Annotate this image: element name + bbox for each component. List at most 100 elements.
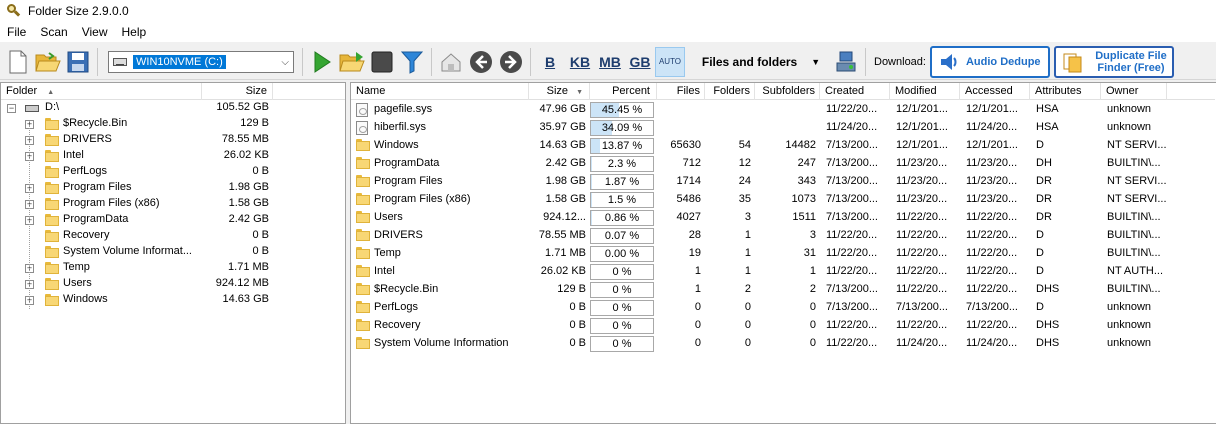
tree-item[interactable]: + Intel 26.02 KB [1, 148, 345, 164]
row-files: 712 [682, 157, 701, 169]
tree-header-size[interactable]: Size [201, 83, 273, 100]
row-files: 1 [694, 283, 701, 295]
folder-icon [45, 294, 59, 306]
row-subfolders: 31 [803, 247, 816, 259]
col-accessed[interactable]: Accessed [960, 83, 1030, 100]
tree-item-size: 129 B [240, 117, 269, 129]
tree-item[interactable]: + ProgramData 2.42 GB [1, 212, 345, 228]
col-modified[interactable]: Modified [890, 83, 960, 100]
view-mode-dropdown[interactable]: Files and folders ▼ [691, 48, 831, 76]
list-row[interactable]: DRIVERS 78.55 MB 0.07 % 28 1 3 11/22/20... 11/2… [351, 227, 1215, 245]
folder-tree-pane[interactable]: Folder ▲ Size − D:\ 105.52 GB + $Recycle.Bin 1… [0, 82, 346, 424]
unit-kb-button[interactable]: KB [565, 54, 595, 70]
list-row[interactable]: pagefile.sys 47.96 GB 45.45 % 11/22/20... 12… [351, 101, 1215, 119]
row-created: 7/13/200... [826, 157, 878, 169]
row-subfolders: 1073 [791, 193, 816, 205]
row-accessed: 7/13/200... [966, 301, 1018, 313]
col-owner[interactable]: Owner [1101, 83, 1167, 100]
col-files[interactable]: Files [657, 83, 705, 100]
tree-root-name: D:\ [45, 101, 60, 113]
menu-scan[interactable]: Scan [33, 25, 74, 39]
list-row[interactable]: Windows 14.63 GB 13.87 % 65630 54 14482 7/13/2… [351, 137, 1215, 155]
list-row[interactable]: Temp 1.71 MB 0.00 % 19 1 31 11/22/20... 11/22/2… [351, 245, 1215, 263]
drive-select[interactable]: WIN10NVME (C:) ⌵ [108, 50, 294, 73]
row-percent-bar: 0.07 % [590, 228, 654, 244]
filter-button[interactable] [397, 47, 427, 77]
folder-icon [356, 211, 370, 223]
back-button[interactable] [466, 47, 496, 77]
unit-mb-button[interactable]: MB [595, 54, 625, 70]
tree-item[interactable]: + $Recycle.Bin 129 B [1, 116, 345, 132]
col-subfolders[interactable]: Subfolders [755, 83, 820, 100]
row-size: 129 B [557, 283, 586, 295]
duplicate-finder-button[interactable]: Duplicate File Finder (Free) [1053, 45, 1174, 78]
col-created[interactable]: Created [820, 83, 890, 100]
list-row[interactable]: Users 924.12... 0.86 % 4027 3 1511 7/13/200...… [351, 209, 1215, 227]
row-folders: 12 [738, 157, 751, 169]
list-row[interactable]: PerfLogs 0 B 0 % 0 0 0 7/13/200... 7/13/200... 7… [351, 299, 1215, 317]
col-folders[interactable]: Folders [705, 83, 755, 100]
forward-button[interactable] [496, 47, 526, 77]
parent-folder-button[interactable] [436, 47, 466, 77]
new-button[interactable] [3, 47, 33, 77]
tree-item[interactable]: + DRIVERS 78.55 MB [1, 132, 345, 148]
start-scan-button[interactable] [307, 47, 337, 77]
tree-item-size: 1.98 GB [228, 181, 269, 193]
save-button[interactable] [63, 47, 93, 77]
menu-file[interactable]: File [0, 25, 33, 39]
audio-dedupe-button[interactable]: Audio Dedupe [929, 45, 1050, 78]
collapse-toggle-icon[interactable]: − [7, 104, 16, 113]
tree-item[interactable]: System Volume Informat... 0 B [1, 244, 345, 260]
col-files-label: Files [676, 85, 700, 97]
tree-root-row[interactable]: − D:\ 105.52 GB [1, 100, 345, 116]
row-modified: 11/22/20... [896, 247, 948, 259]
list-row[interactable]: Recovery 0 B 0 % 0 0 0 11/22/20... 11/22/20... 1… [351, 317, 1215, 335]
tree-item[interactable]: Recovery 0 B [1, 228, 345, 244]
list-row[interactable]: hiberfil.sys 35.97 GB 34.09 % 11/24/20... 12… [351, 119, 1215, 137]
row-percent-bar: 0.00 % [590, 246, 654, 262]
row-percent-bar: 0 % [590, 300, 654, 316]
col-percent[interactable]: Percent [590, 83, 657, 100]
unit-bytes-button[interactable]: B [535, 54, 565, 70]
col-size-label: Size [546, 85, 569, 97]
folder-icon [356, 139, 370, 151]
list-row[interactable]: $Recycle.Bin 129 B 0 % 1 2 2 7/13/200... 11/22/… [351, 281, 1215, 299]
row-percent: 34.09 % [601, 122, 643, 134]
list-row[interactable]: ProgramData 2.42 GB 2.3 % 712 12 247 7/13/200.… [351, 155, 1215, 173]
tree-item[interactable]: + Program Files (x86) 1.58 GB [1, 196, 345, 212]
list-row[interactable]: Program Files (x86) 1.58 GB 1.5 % 5486 35 107… [351, 191, 1215, 209]
row-created: 7/13/200... [826, 283, 878, 295]
col-attributes[interactable]: Attributes [1030, 83, 1101, 100]
row-attributes: D [1036, 139, 1044, 151]
tree-item[interactable]: PerfLogs 0 B [1, 164, 345, 180]
unit-gb-button[interactable]: GB [625, 54, 655, 70]
col-size[interactable]: Size ▼ [529, 83, 590, 100]
view-mode-value: Files and folders [701, 54, 798, 69]
title-bar: Folder Size 2.9.0.0 [0, 0, 1216, 22]
list-row[interactable]: System Volume Information 0 B 0 % 0 0 0 11/22/… [351, 335, 1215, 353]
row-owner: unknown [1107, 337, 1152, 349]
sort-descending-icon: ▼ [576, 89, 583, 96]
row-created: 7/13/200... [826, 175, 878, 187]
tree-item[interactable]: + Program Files 1.98 GB [1, 180, 345, 196]
scan-folder-button[interactable] [337, 47, 367, 77]
tree-item[interactable]: + Windows 14.63 GB [1, 292, 345, 308]
folder-play-icon [339, 51, 365, 71]
unit-auto-button[interactable]: AUTO [655, 46, 685, 77]
col-owner-label: Owner [1106, 85, 1139, 97]
col-name[interactable]: Name [351, 83, 529, 100]
list-row[interactable]: Program Files 1.98 GB 1.87 % 1714 24 343 7/13/… [351, 173, 1215, 191]
scan-network-button[interactable] [831, 47, 861, 77]
tree-item[interactable]: + Temp 1.71 MB [1, 260, 345, 276]
menu-view[interactable]: View [75, 25, 115, 39]
stop-button[interactable] [367, 47, 397, 77]
tree-item[interactable]: + Users 924.12 MB [1, 276, 345, 292]
open-button[interactable] [33, 47, 63, 77]
menu-help[interactable]: Help [115, 25, 154, 39]
file-list-pane[interactable]: Name Size ▼ Percent Files Folders Subfold… [350, 82, 1216, 424]
duplicate-finder-label: Duplicate File Finder (Free) [1090, 50, 1172, 74]
row-percent: 13.87 % [601, 140, 643, 152]
list-row[interactable]: Intel 26.02 KB 0 % 1 1 1 11/22/20... 11/22/20..… [351, 263, 1215, 281]
folder-icon [45, 134, 59, 146]
row-name: Temp [374, 247, 401, 259]
